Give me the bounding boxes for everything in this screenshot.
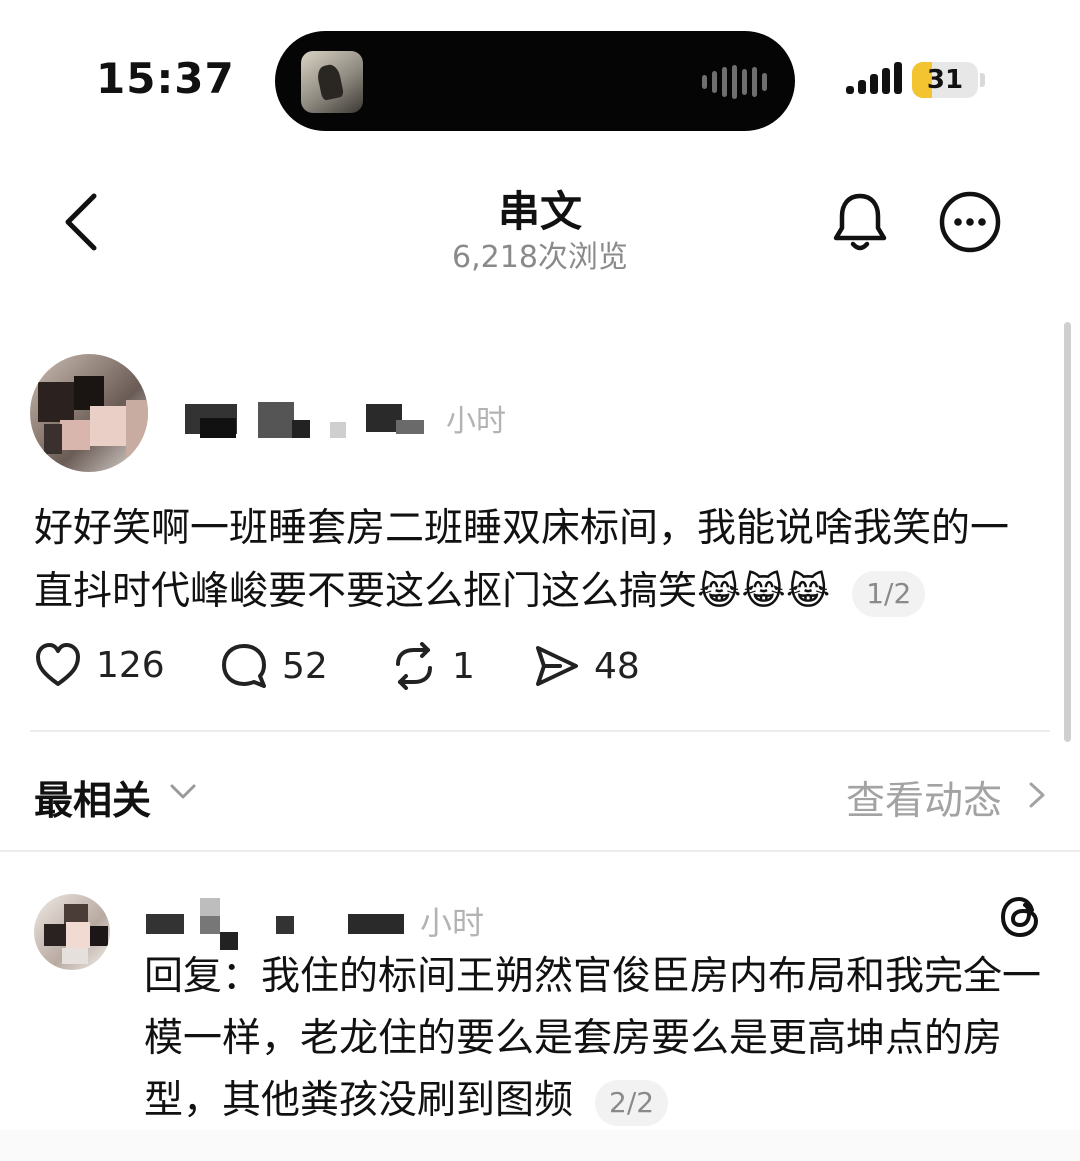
signal-icon [846,62,902,94]
divider [0,850,1080,852]
avatar[interactable] [30,354,148,472]
repost-count: 1 [452,645,475,687]
comment-button[interactable]: 52 [220,642,328,690]
divider [30,730,1050,732]
bell-icon[interactable] [830,190,890,254]
reply-timestamp: 小时 [420,904,485,942]
bottom-edge [0,1130,1080,1161]
chevron-left-icon[interactable] [60,192,104,252]
battery-tip [980,73,985,87]
heart-icon [36,643,80,686]
post-actions: 126 52 1 48 [0,642,1080,698]
like-count: 126 [96,644,165,686]
post-body: 好好笑啊一班睡套房二班睡双床标间，我能说啥我笑的一直抖时代峰峻要不要这么抠门这么… [34,498,1034,623]
comment-count: 52 [282,645,328,687]
sort-dropdown-label[interactable]: 最相关 [34,770,151,826]
page-title: 串文 [497,187,582,236]
page-indicator: 1/2 [852,570,926,617]
reply-text: 回复：我住的标间王朔然官俊臣房内布局和我完全一模一样，老龙住的要么是套房要么是更… [144,954,1042,1123]
repost-icon [396,642,432,690]
share-icon [536,646,578,686]
share-button[interactable]: 48 [532,642,640,690]
now-playing-artwork[interactable] [301,51,363,113]
audio-waveform-icon [702,65,767,99]
chevron-down-icon[interactable] [168,780,198,804]
post-timestamp: 小时 [446,404,506,439]
battery-indicator: 31 [912,62,978,98]
view-count: 6,218次浏览 [452,240,628,275]
share-count: 48 [594,645,640,687]
dynamic-island[interactable] [275,31,795,131]
view-activity-link[interactable]: 查看动态 [846,770,1002,826]
emoji: 😹😹😹 [697,569,831,613]
chevron-right-icon[interactable] [1026,780,1048,810]
threads-logo-icon[interactable] [996,892,1046,942]
reply-body: 回复：我住的标间王朔然官俊臣房内布局和我完全一模一样，老龙住的要么是套房要么是更… [144,946,1054,1132]
status-time: 15:37 [96,54,235,103]
like-button[interactable]: 126 [34,642,165,688]
reply-page-indicator: 2/2 [595,1079,669,1126]
reply-avatar[interactable] [34,894,110,970]
more-icon[interactable] [938,190,1002,254]
battery-percent: 31 [926,65,964,95]
comment-icon [222,644,266,688]
repost-button[interactable]: 1 [390,642,475,690]
